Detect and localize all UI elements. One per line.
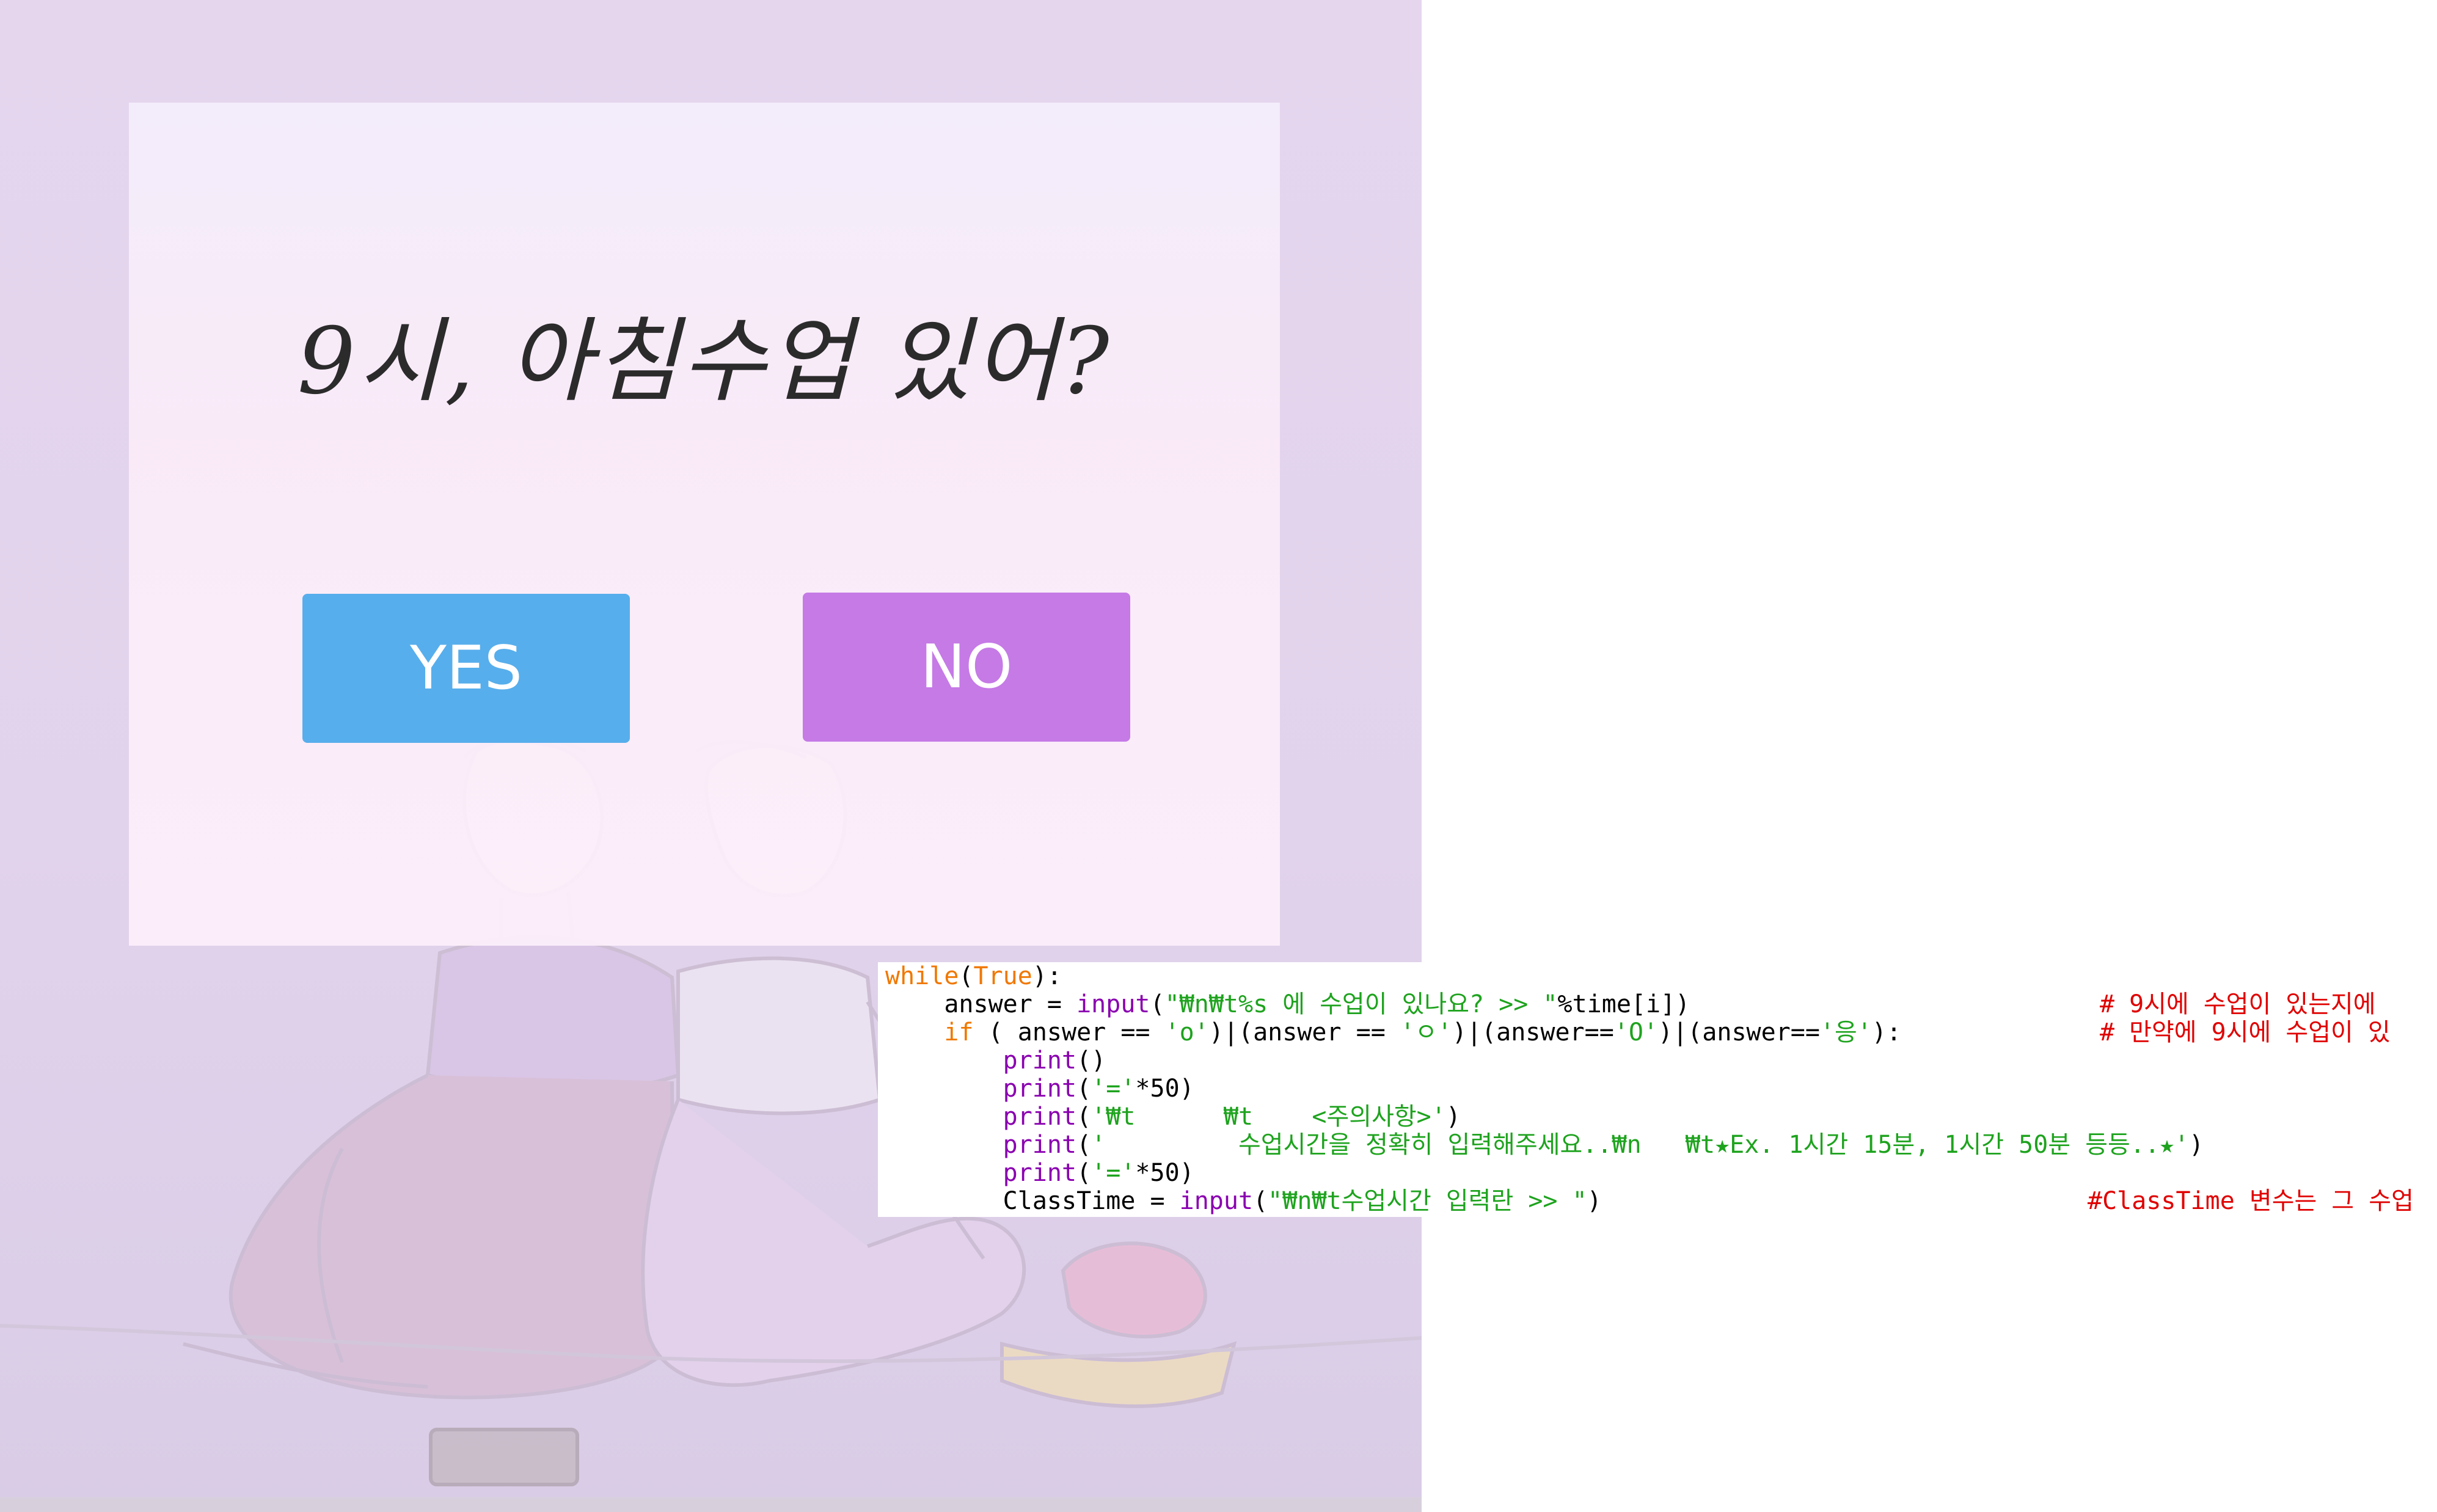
code-line: print('='*50) <box>1003 1159 1194 1187</box>
code-line: print('₩t ₩t <주의사항>') <box>1003 1103 1461 1131</box>
code-editor-panel: while(True): answer = input("₩n₩t%s 에 수업… <box>878 962 2437 1217</box>
code-line: answer = input("₩n₩t%s 에 수업이 있나요? >> "%t… <box>885 990 1690 1018</box>
code-line: while(True): <box>885 962 1062 990</box>
question-card <box>129 103 1280 946</box>
quiz-app-window: 9시, 아침수업 있어? YES NO <box>0 0 1422 1512</box>
code-line: print() <box>1003 1046 1106 1075</box>
code-comment: #ClassTime 변수는 그 수업 <box>2088 1187 2414 1215</box>
code-comment: # 9시에 수업이 있는지에 <box>2100 990 2376 1018</box>
question-text: 9시, 아침수업 있어? <box>297 309 1112 415</box>
window-bottom-edge <box>0 1497 1422 1512</box>
code-line: if ( answer == 'o')|(answer == 'ㅇ')|(ans… <box>944 1018 1902 1046</box>
code-line: print('='*50) <box>1003 1075 1194 1103</box>
code-line: ClassTime = input("₩n₩t수업시간 입력란 >> ") <box>885 1187 1602 1215</box>
code-comment: # 만약에 9시에 수업이 있 <box>2100 1018 2391 1046</box>
code-line: print(' 수업시간을 정확히 입력해주세요..₩n ₩t★Ex. 1시간 … <box>1003 1131 2204 1159</box>
no-button[interactable]: NO <box>803 593 1130 742</box>
yes-button[interactable]: YES <box>302 594 630 743</box>
